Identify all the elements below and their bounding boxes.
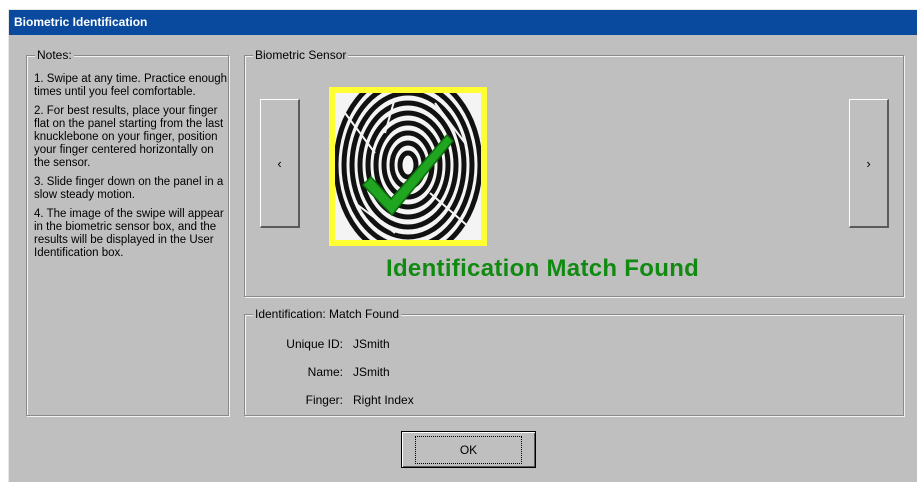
notes-group: Notes: 1. Swipe at any time. Practice en… (26, 48, 232, 416)
previous-image-button[interactable]: ‹ (260, 99, 300, 228)
name-label: Name: (307, 365, 343, 379)
finger-label: Finger: (305, 393, 343, 407)
biometric-identification-dialog: Biometric Identification Notes: 1. Swipe… (8, 9, 917, 482)
fingerprint-image-frame (329, 87, 487, 246)
name-value: JSmith (353, 365, 390, 379)
note-item-4: 4. The image of the swipe will appear in… (34, 208, 224, 259)
unique-id-value: JSmith (353, 337, 390, 351)
match-status-text: Identification Match Found (386, 255, 700, 282)
notes-list: 1. Swipe at any time. Practice enough ti… (34, 73, 232, 266)
note-item-1: 1. Swipe at any time. Practice enough ti… (34, 73, 228, 98)
fingerprint-icon (335, 93, 481, 240)
biometric-sensor-group: Biometric Sensor ‹ › Identification Matc… (244, 48, 904, 297)
identification-group: Identification: Match Found Unique ID: J… (244, 307, 904, 416)
ok-button-label: OK (414, 435, 523, 464)
ok-button[interactable]: OK (401, 431, 536, 468)
identification-legend: Identification: Match Found (253, 307, 402, 321)
unique-id-label: Unique ID: (286, 337, 343, 351)
fingerprint-image (335, 93, 481, 240)
notes-legend: Notes: (35, 48, 74, 62)
sensor-legend: Biometric Sensor (253, 48, 349, 62)
finger-value: Right Index (353, 393, 414, 407)
note-item-2: 2. For best results, place your finger f… (34, 105, 224, 169)
chevron-right-icon: › (866, 155, 871, 171)
next-image-button[interactable]: › (849, 99, 889, 228)
note-item-3: 3. Slide finger down on the panel in a s… (34, 176, 224, 201)
dialog-title: Biometric Identification (9, 10, 917, 35)
chevron-left-icon: ‹ (277, 155, 282, 171)
